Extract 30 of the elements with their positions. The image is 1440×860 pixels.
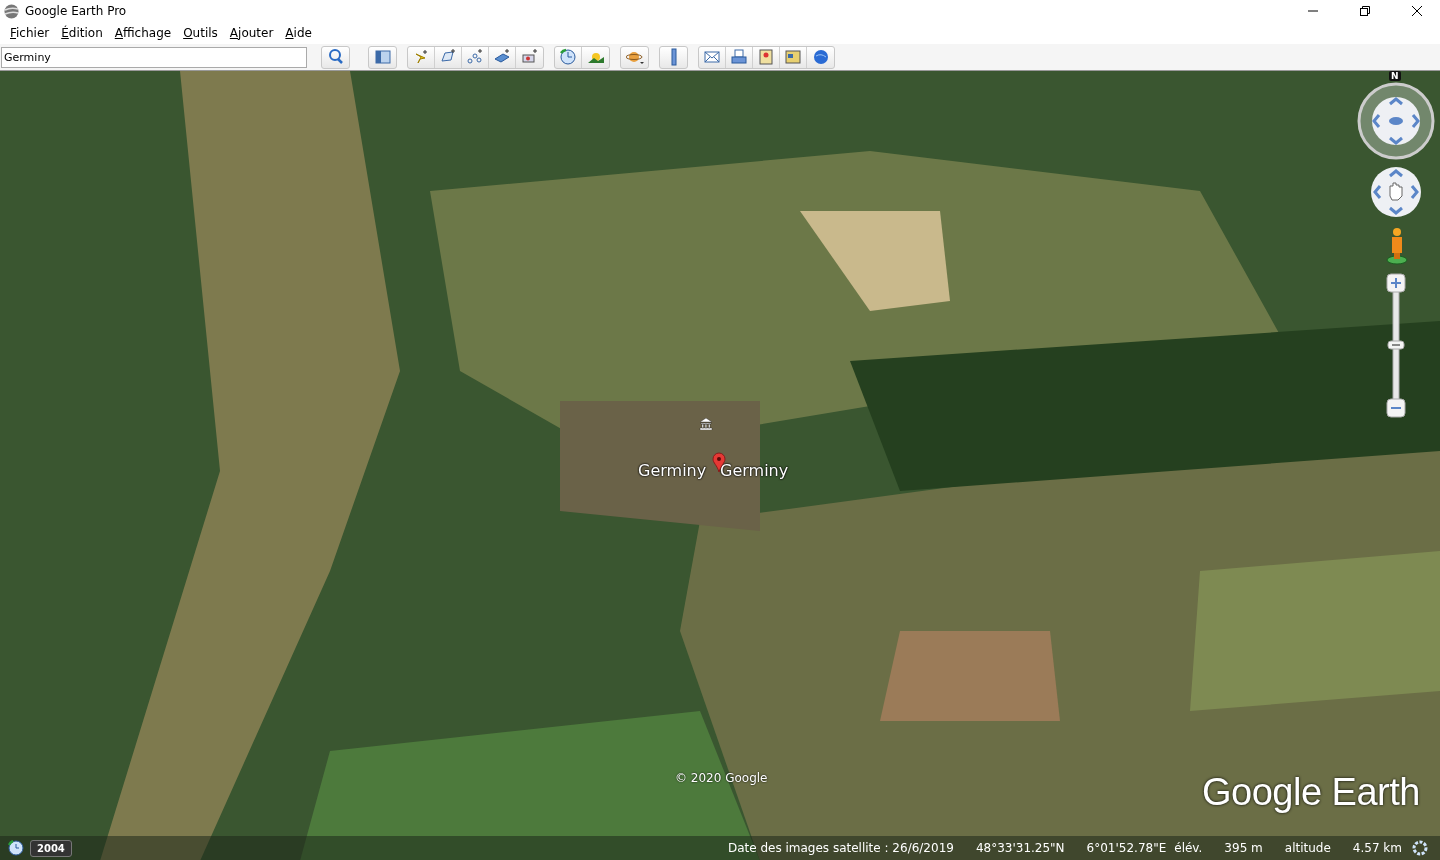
window-title: Google Earth Pro — [25, 4, 127, 18]
look-control-icon[interactable] — [1357, 82, 1435, 160]
close-icon[interactable] — [1412, 6, 1422, 16]
restore-icon[interactable] — [1360, 6, 1370, 16]
logo-text: Google Earth — [1202, 771, 1420, 814]
menu-item[interactable]: Aide — [279, 26, 318, 40]
street-view-person-icon[interactable] — [1386, 227, 1408, 265]
place-label: Germiny — [638, 461, 707, 480]
clock-icon[interactable] — [8, 840, 24, 856]
search-field[interactable]: Germiny — [1, 46, 307, 68]
imagery-date-text: Date des images satellite : 26/6/2019 — [727, 841, 954, 855]
elevation-label: élév. — [1174, 841, 1203, 855]
menu-item[interactable]: Ajouter — [223, 26, 280, 40]
move-control-icon[interactable] — [1370, 166, 1422, 218]
place-label: Germiny — [720, 461, 789, 480]
menu-item[interactable]: Édition — [55, 26, 109, 40]
elevation-value: 395 m — [1224, 841, 1263, 855]
longitude-text: 6°01'52.78"E — [1086, 841, 1167, 855]
zoom-slider-icon[interactable] — [1386, 273, 1406, 418]
menu-item[interactable]: Fichier — [4, 26, 56, 40]
globe-icon — [4, 3, 19, 19]
altitude-label: altitude — [1284, 841, 1331, 855]
museum-icon — [699, 418, 713, 430]
menu-item[interactable]: Outils — [177, 26, 224, 40]
copyright-text: © 2020 Google — [675, 771, 768, 785]
latitude-text: 48°33'31.25"N — [975, 841, 1065, 855]
menu-item[interactable]: Affichage — [108, 26, 178, 40]
altitude-value: 4.57 km — [1352, 841, 1402, 855]
north-label: N — [1389, 71, 1401, 81]
loading-spinner-icon — [1412, 840, 1428, 856]
